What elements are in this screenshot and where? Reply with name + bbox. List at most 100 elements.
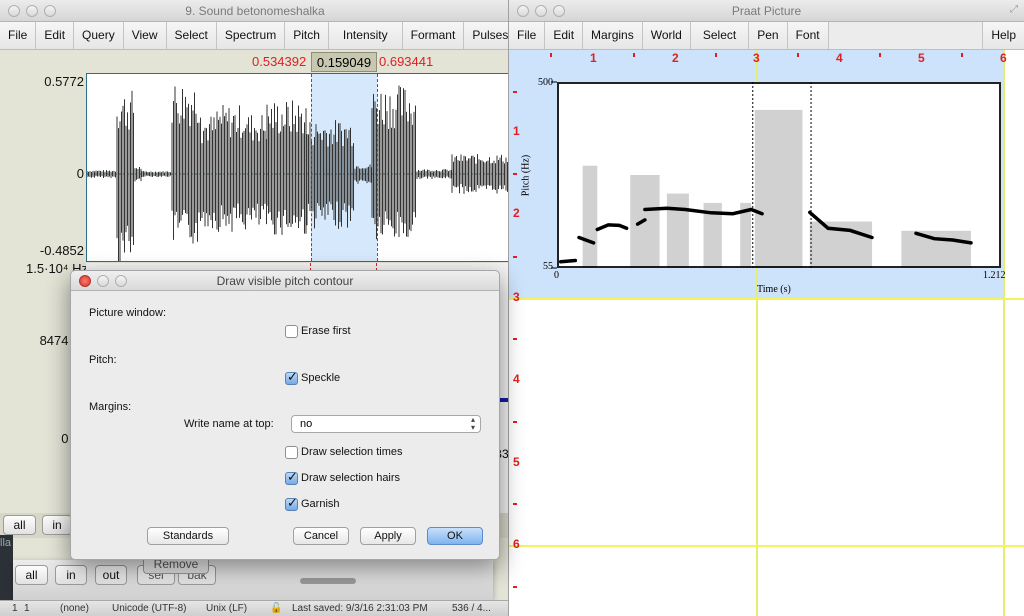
encoding-select[interactable]: Unicode (UTF-8) <box>112 603 186 614</box>
ruler-v-2: 2 <box>513 206 520 220</box>
picture-window-title: Praat Picture <box>731 4 802 18</box>
menu-pitch[interactable]: Pitch <box>285 22 329 49</box>
ruler-tick <box>550 53 552 57</box>
pic-menu-help[interactable]: Help <box>982 22 1024 49</box>
menu-file[interactable]: File <box>0 22 37 49</box>
picture-window-titlebar[interactable]: Praat Picture ⤢ <box>509 0 1024 22</box>
ruler-v-1: 1 <box>513 124 520 138</box>
ruler-h-6: 6 <box>1000 51 1007 65</box>
ruler-v-5: 5 <box>513 455 520 469</box>
menu-formant[interactable]: Formant <box>402 22 465 49</box>
selection-start-time: 0.534392 <box>252 54 307 69</box>
garnish-label[interactable]: Garnish <box>301 498 340 510</box>
pic-menu-font[interactable]: Font <box>787 22 829 49</box>
ruler-tick <box>879 53 881 57</box>
spectrogram-band <box>901 230 971 268</box>
pic-menu-select[interactable]: Select <box>690 22 750 49</box>
selection-duration[interactable]: 0.159049 <box>311 52 377 72</box>
spectrogram-band <box>582 165 598 268</box>
menu-view[interactable]: View <box>123 22 167 49</box>
pic-menu-pen[interactable]: Pen <box>749 22 788 49</box>
garnish-checkbox[interactable]: ✓ <box>285 495 298 511</box>
x-axis-left-label: 0 <box>554 270 559 281</box>
spectrogram-band <box>666 193 689 268</box>
draw-selection-hairs-checkbox[interactable]: ✓ <box>285 469 298 485</box>
apply-button[interactable]: Apply <box>360 527 416 545</box>
y-axis-title: Pitch (Hz) <box>520 154 532 197</box>
write-name-value: no <box>300 418 313 430</box>
write-name-select[interactable]: no ▴ ▾ <box>291 415 481 433</box>
pic-menu-margins[interactable]: Margins <box>583 22 643 49</box>
draw-selection-times-checkbox[interactable] <box>285 446 298 459</box>
write-name-label: Write name at top: <box>184 418 274 430</box>
menu-spectrum[interactable]: Spectrum <box>216 22 286 49</box>
sound-window-title: 9. Sound betonomeshalka <box>185 4 325 18</box>
lock-icon[interactable]: 🔓 <box>270 603 282 614</box>
zoom-in-button[interactable]: in <box>42 515 72 535</box>
waveform-area[interactable] <box>86 73 510 262</box>
erase-first-checkbox[interactable] <box>285 325 298 338</box>
standards-button[interactable]: Standards <box>147 527 229 545</box>
checkmark-icon: ✓ <box>287 369 298 384</box>
cancel-button[interactable]: Cancel <box>293 527 349 545</box>
menu-select[interactable]: Select <box>166 22 217 49</box>
horizontal-scrollbar-thumb[interactable] <box>300 578 356 584</box>
draw-pitch-contour-dialog: Draw visible pitch contour Picture windo… <box>70 270 500 560</box>
ruler-tick <box>513 173 517 175</box>
section-picture-window: Picture window: <box>89 307 167 319</box>
checkmark-icon: ✓ <box>287 495 298 510</box>
language-select[interactable]: (none) <box>60 603 89 614</box>
status-bar: 1 1 (none) Unicode (UTF-8) Unix (LF) 🔓 L… <box>0 600 508 616</box>
x-axis-right-label: 1.212 <box>983 270 1006 281</box>
ruler-tick <box>513 256 517 258</box>
ruler-h-2: 2 <box>672 51 679 65</box>
speckle-checkbox[interactable]: ✓ <box>285 369 298 385</box>
dark-background-window: lla <box>0 535 13 600</box>
status-line: 1 <box>12 603 18 614</box>
praat-picture-window: Praat Picture ⤢ File Edit Margins World … <box>508 0 1024 616</box>
menu-intensity[interactable]: Intensity <box>328 22 403 49</box>
y-axis-top-label: 500 <box>538 77 553 88</box>
selection-end-time: 0.693441 <box>379 54 434 69</box>
select-arrows-icon: ▴ ▾ <box>470 415 475 432</box>
menu-query[interactable]: Query <box>74 22 124 49</box>
draw-selection-times-label[interactable]: Draw selection times <box>301 446 402 458</box>
background-zoom-all-button[interactable]: all <box>15 565 48 585</box>
waveform-y-zero: 0 <box>76 166 84 181</box>
dark-window-text: lla <box>0 537 12 549</box>
ruler-tick <box>797 53 799 57</box>
waveform-y-max: 0.5772 <box>44 74 84 89</box>
y-axis-bottom-label: 55 <box>543 261 553 272</box>
sound-window-titlebar[interactable]: 9. Sound betonomeshalka <box>0 0 510 22</box>
pic-menu-edit[interactable]: Edit <box>545 22 584 49</box>
viewport-line-y6 <box>509 545 1024 547</box>
ruler-tick <box>513 586 517 588</box>
last-saved: Last saved: 9/3/16 2:31:03 PM <box>292 603 428 614</box>
ruler-tick <box>513 503 517 505</box>
section-pitch: Pitch: <box>89 354 117 366</box>
zoom-all-button[interactable]: all <box>3 515 36 535</box>
ok-button[interactable]: OK <box>427 527 483 545</box>
section-margins: Margins: <box>89 401 132 413</box>
viewport-line-y3 <box>509 298 1024 300</box>
ruler-h-1: 1 <box>590 51 597 65</box>
fullscreen-icon[interactable]: ⤢ <box>1010 4 1018 15</box>
menu-edit[interactable]: Edit <box>36 22 75 49</box>
picture-menubar: File Edit Margins World Select Pen Font … <box>509 22 1024 50</box>
status-column: 1 <box>24 603 30 614</box>
ruler-tick <box>513 421 517 423</box>
background-zoom-out-button[interactable]: out <box>95 565 127 585</box>
erase-first-label[interactable]: Erase first <box>301 325 351 337</box>
picture-canvas[interactable]: 1 2 3 4 5 6 1 2 3 4 5 6 500 55 0 1.212 T… <box>509 50 1024 616</box>
draw-selection-hairs-label[interactable]: Draw selection hairs <box>301 472 400 484</box>
line-endings-select[interactable]: Unix (LF) <box>206 603 247 614</box>
ruler-tick <box>715 53 717 57</box>
ruler-h-3: 3 <box>753 51 760 65</box>
speckle-label[interactable]: Speckle <box>301 372 340 384</box>
dialog-titlebar[interactable]: Draw visible pitch contour <box>71 271 499 291</box>
pitch-contour-segment <box>595 223 629 232</box>
pic-menu-world[interactable]: World <box>642 22 691 49</box>
checkmark-icon: ✓ <box>287 469 298 484</box>
pic-menu-file[interactable]: File <box>509 22 546 49</box>
background-zoom-in-button[interactable]: in <box>55 565 87 585</box>
